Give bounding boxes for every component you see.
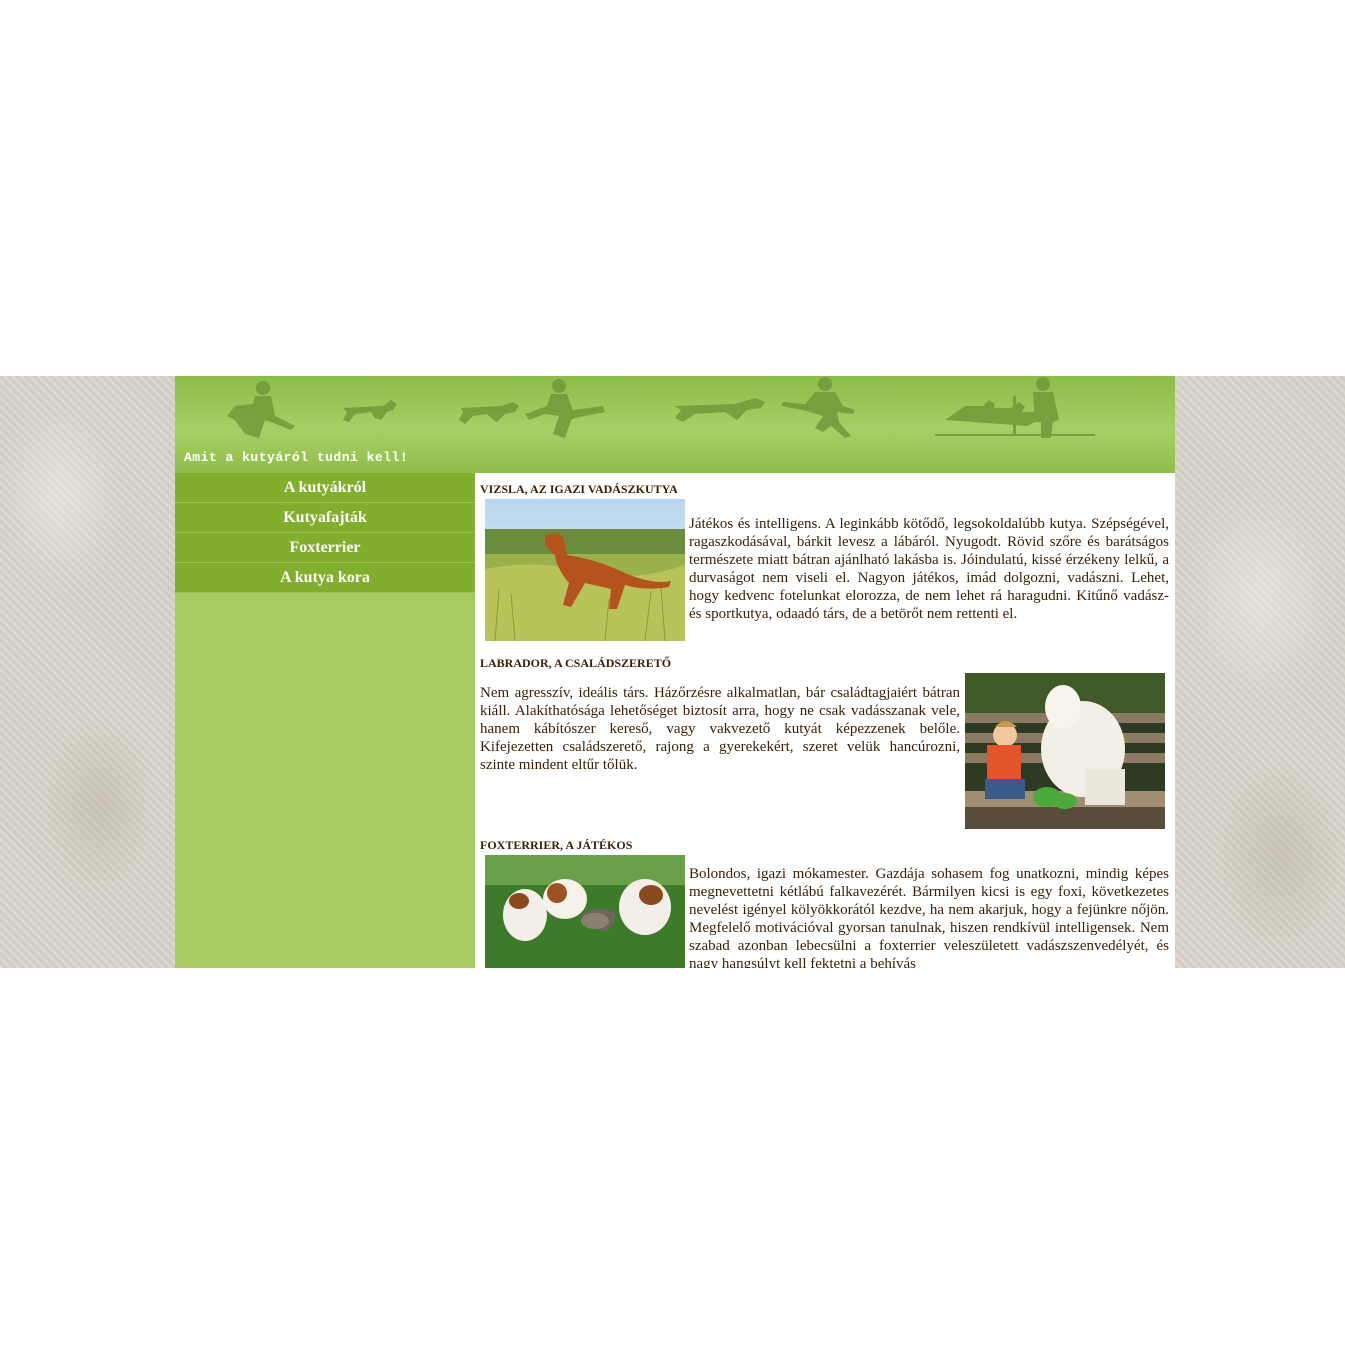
site-title: Amit a kutyáról tudni kell! (184, 450, 409, 465)
nav-item-kutyafajtak[interactable]: Kutyafajták (175, 503, 475, 533)
nav-item-foxterrier[interactable]: Foxterrier (175, 533, 475, 563)
nav-item-a-kutya-kora[interactable]: A kutya kora (175, 563, 475, 593)
page-container: Amit a kutyáról tudni kell! A kutyákról … (175, 376, 1175, 968)
section-text-vizsla: Játékos és intelligens. A leginkább kötő… (689, 516, 1169, 622)
foxterrier-photo (485, 855, 685, 968)
labrador-photo (965, 673, 1165, 829)
section-title-labrador: LABRADOR, A CSALÁDSZERETŐ (480, 656, 672, 670)
nav-item-a-kutyakrol[interactable]: A kutyákról (175, 473, 475, 503)
section-text-foxterrier: Bolondos, igazi mókamester. Gazdája soha… (689, 866, 1169, 968)
header-banner: Amit a kutyáról tudni kell! (175, 376, 1175, 473)
section-text-labrador: Nem agresszív, ideális társ. Házőrzésre … (480, 685, 960, 773)
section-title-foxterrier: FOXTERRIER, A JÁTÉKOS (480, 838, 633, 852)
page-viewport: Amit a kutyáról tudni kell! A kutyákról … (0, 376, 1345, 968)
main-content: VIZSLA, AZ IGAZI VADÁSZKUTYA Játékos és … (475, 473, 1175, 968)
vizsla-photo (485, 499, 685, 641)
section-title-vizsla: VIZSLA, AZ IGAZI VADÁSZKUTYA (480, 482, 678, 496)
sidebar: A kutyákról Kutyafajták Foxterrier A kut… (175, 473, 475, 968)
